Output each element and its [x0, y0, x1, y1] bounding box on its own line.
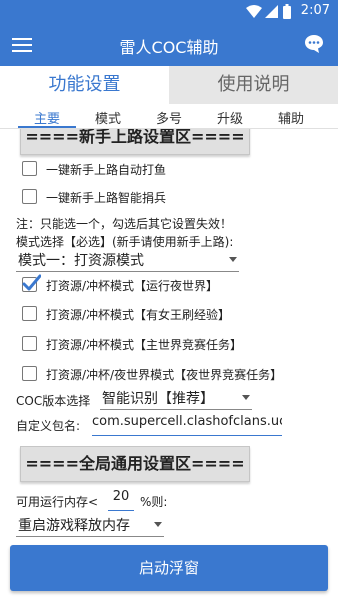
package-name-input[interactable]: com.supercell.clashofclans.uc: [92, 414, 282, 436]
checkbox-label: 打资源/冲杯模式【运行夜世界】: [46, 279, 219, 293]
version-select[interactable]: 智能识别【推荐】: [100, 386, 252, 410]
checkbox-label: 一键新手上路智能捐兵: [46, 191, 167, 205]
battery-icon: [283, 4, 291, 19]
subtab-main[interactable]: 主要: [17, 108, 77, 127]
checkbox-label: 打资源/冲杯模式【主世界竞赛任务】: [46, 338, 243, 352]
status-bar: 2:07: [0, 0, 338, 24]
subtab-upgrade[interactable]: 升级: [200, 108, 260, 127]
sub-tabs: 主要 模式 多号 升级 辅助: [0, 104, 338, 129]
memory-action-value: 重启游戏释放内存: [18, 518, 130, 534]
checkbox[interactable]: [22, 161, 37, 176]
checkbox[interactable]: [22, 306, 37, 321]
checkbox[interactable]: [22, 189, 37, 204]
subtab-multi-account[interactable]: 多号: [139, 108, 199, 127]
dropdown-arrow-icon: [242, 395, 250, 400]
tab-function-settings[interactable]: 功能设置: [0, 66, 169, 104]
subtab-assist[interactable]: 辅助: [261, 108, 321, 127]
checkbox-label: 打资源/冲杯/夜世界模式【夜世界竞赛任务】: [46, 368, 283, 382]
mode-select[interactable]: 模式一：打资源模式: [16, 248, 239, 272]
status-time: 2:07: [300, 3, 330, 18]
version-select-value: 智能识别【推荐】: [102, 391, 214, 407]
memory-label-suffix: %则:: [140, 495, 168, 509]
checkbox[interactable]: [22, 366, 37, 381]
memory-label-prefix: 可用运行内存<: [16, 495, 99, 509]
global-section-button[interactable]: ====全局通用设置区====: [20, 446, 250, 482]
exclusive-note: 注：只能选一个，勾选后其它设置失效！: [16, 217, 233, 231]
app-title: 雷人COC辅助: [119, 38, 219, 57]
package-label: 自定义包名:: [16, 419, 81, 433]
checkmark-icon: [22, 274, 41, 291]
version-label: COC版本选择: [16, 394, 91, 408]
start-floating-window-button[interactable]: 启动浮窗: [10, 545, 328, 591]
settings-content[interactable]: ====新手上路设置区==== 一键新手上路自动打鱼 一键新手上路智能捐兵 注：…: [0, 129, 338, 544]
checkbox[interactable]: [22, 336, 37, 351]
chat-icon[interactable]: [304, 34, 324, 54]
checkbox-label: 打资源/冲杯模式【有女王刷经验】: [46, 308, 231, 322]
top-tabs: 功能设置 使用说明: [0, 66, 338, 104]
wifi-icon: [246, 5, 262, 18]
newbie-section-button[interactable]: ====新手上路设置区====: [20, 129, 250, 155]
dropdown-arrow-icon: [154, 522, 162, 527]
mode-select-value: 模式一：打资源模式: [18, 253, 144, 269]
subtab-mode[interactable]: 模式: [78, 108, 138, 127]
dropdown-arrow-icon: [229, 257, 237, 262]
memory-action-select[interactable]: 重启游戏释放内存: [16, 513, 164, 537]
checkbox-label: 一键新手上路自动打鱼: [46, 163, 167, 177]
tab-usage-instructions[interactable]: 使用说明: [169, 66, 338, 104]
app-bar: 雷人COC辅助: [0, 24, 338, 66]
signal-icon: [265, 5, 278, 18]
memory-threshold-input[interactable]: 20: [108, 489, 134, 511]
